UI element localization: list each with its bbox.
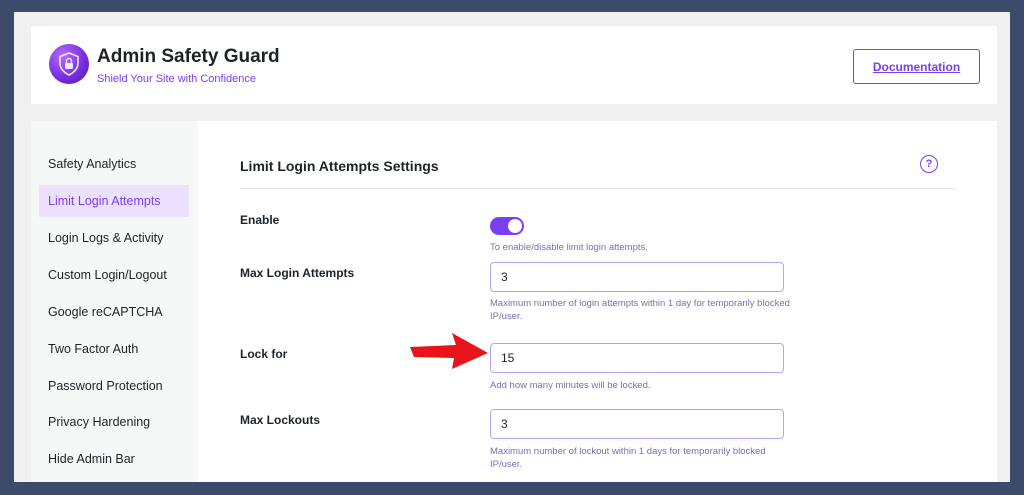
shield-lock-icon xyxy=(49,44,89,84)
sidebar: Safety Analytics Limit Login Attempts Lo… xyxy=(31,121,198,482)
help-icon[interactable]: ? xyxy=(920,155,938,173)
enable-help-text: To enable/disable limit login attempts. xyxy=(490,242,648,253)
max-login-attempts-label: Max Login Attempts xyxy=(240,266,355,280)
header: Admin Safety Guard Shield Your Site with… xyxy=(31,26,997,104)
app-title: Admin Safety Guard xyxy=(97,46,280,67)
max-login-attempts-help-text: Maximum number of login attempts within … xyxy=(490,298,790,322)
lock-for-input[interactable] xyxy=(490,343,784,373)
enable-toggle[interactable] xyxy=(490,217,524,235)
enable-label: Enable xyxy=(240,213,280,227)
documentation-button[interactable]: Documentation xyxy=(853,49,980,84)
app-subtitle: Shield Your Site with Confidence xyxy=(97,73,256,85)
sidebar-item-privacy-hardening[interactable]: Privacy Hardening xyxy=(39,406,189,438)
app-frame: Admin Safety Guard Shield Your Site with… xyxy=(14,12,1010,482)
sidebar-item-password-protection[interactable]: Password Protection xyxy=(39,370,189,402)
max-login-attempts-input[interactable] xyxy=(490,262,784,292)
sidebar-item-custom-login[interactable]: Custom Login/Logout xyxy=(39,259,189,291)
lock-for-label: Lock for xyxy=(240,347,288,361)
sidebar-item-login-logs[interactable]: Login Logs & Activity xyxy=(39,222,189,254)
sidebar-item-google-recaptcha[interactable]: Google reCAPTCHA xyxy=(39,296,189,328)
divider xyxy=(240,188,956,189)
max-lockouts-help-text: Maximum number of lockout within 1 days … xyxy=(490,446,766,470)
max-lockouts-label: Max Lockouts xyxy=(240,413,321,427)
sidebar-item-safety-analytics[interactable]: Safety Analytics xyxy=(39,148,189,180)
max-lockouts-input[interactable] xyxy=(490,409,784,439)
red-arrow-icon xyxy=(410,333,488,369)
sidebar-item-hide-admin-bar[interactable]: Hide Admin Bar xyxy=(39,443,189,475)
sidebar-item-two-factor-auth[interactable]: Two Factor Auth xyxy=(39,333,189,365)
lock-for-help-text: Add how many minutes will be locked. xyxy=(490,380,651,391)
section-title: Limit Login Attempts Settings xyxy=(240,158,439,174)
sidebar-item-limit-login-attempts[interactable]: Limit Login Attempts xyxy=(39,185,189,217)
toggle-knob xyxy=(508,219,522,233)
settings-panel: Limit Login Attempts Settings ? Enable T… xyxy=(198,121,997,482)
